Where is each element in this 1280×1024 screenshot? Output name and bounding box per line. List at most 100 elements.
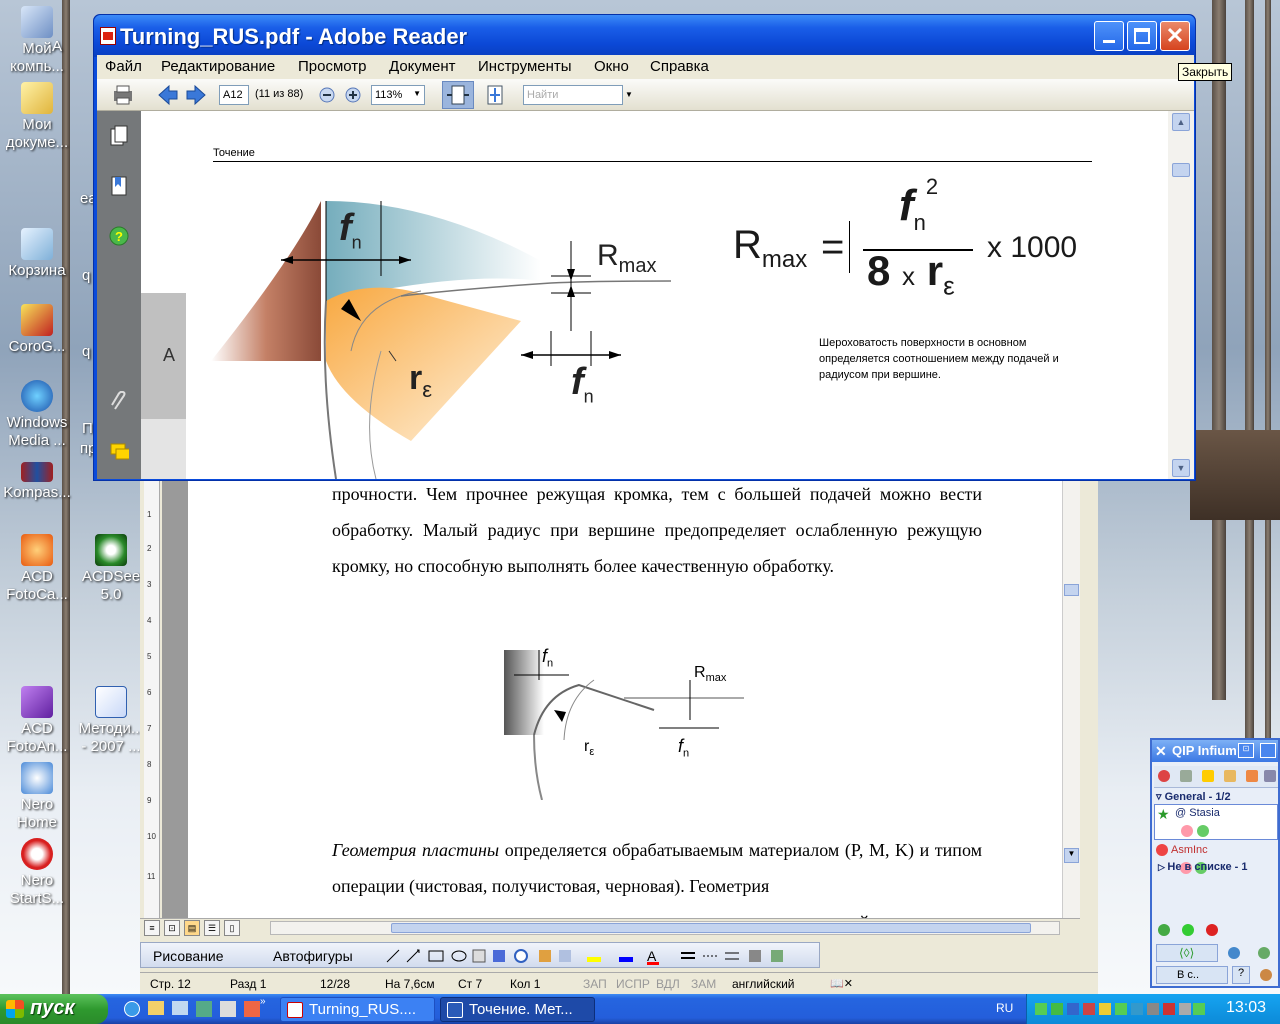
desktop-icon-kompas[interactable]: Kompas... [0,462,74,502]
scroll-down-button[interactable]: ▼ [1172,459,1190,477]
close-button[interactable]: ✕ [1160,21,1190,51]
menu-document[interactable]: Документ [389,58,456,75]
explorer-icon[interactable] [148,1001,164,1015]
zoom-out-icon[interactable] [319,87,335,111]
drawing-menu[interactable]: Рисование [153,948,224,964]
qip-pin-icon[interactable]: ⊡ [1238,743,1254,758]
fit-width-button[interactable] [442,81,474,109]
outline-view-button[interactable]: ☰ [204,920,220,936]
tray-icons[interactable] [1035,1001,1205,1017]
normal-view-button[interactable]: ≡ [144,920,160,936]
status-rec[interactable]: ЗАП [583,977,607,991]
word-vertical-scrollbar[interactable]: ▼ [1062,480,1080,920]
word-scroll-down[interactable]: ▼ [1064,848,1079,863]
qip-contacts-icon[interactable] [1158,924,1170,936]
minimize-button[interactable] [1094,21,1124,51]
formula-numerator: fn2 [899,174,939,235]
qip-menu-icon[interactable] [1260,969,1272,981]
taskbar-item-reader[interactable]: Turning_RUS.... [280,997,435,1022]
help-icon[interactable]: ? [109,225,129,247]
search-dropdown-icon[interactable]: ▼ [625,90,633,99]
pdf-document-area[interactable]: Точение A fn Rmax rε fn Rmax = fn2 8 x r… [141,111,1168,479]
page-number-input[interactable]: A12 [219,85,249,105]
qip-icq-icon[interactable] [1182,924,1194,936]
reading-view-button[interactable]: ▯ [224,920,240,936]
quicklaunch-icon[interactable] [220,1001,236,1017]
attachment-icon[interactable] [109,391,129,413]
qip-search-icon[interactable] [1228,947,1240,959]
status-ext[interactable]: ВДЛ [656,977,680,991]
desktop-icon-acd-fotocanvas[interactable]: ACD FotoCa... [0,534,74,604]
word-horizontal-scrollbar[interactable] [270,921,1060,935]
qip-group-general[interactable]: ▿ General - 1/2 [1156,790,1231,803]
menu-help[interactable]: Справка [650,58,709,75]
zoom-in-icon[interactable] [345,87,361,111]
start-button[interactable]: пуск [0,994,108,1024]
menu-tools[interactable]: Инструменты [478,58,572,75]
drawing-tools[interactable]: A [381,947,811,965]
qip-sound-icon[interactable] [1202,770,1214,782]
scroll-up-button[interactable]: ▲ [1172,113,1190,131]
next-page-icon[interactable] [185,83,209,107]
desktop-icon-acdsee[interactable]: ACDSee 5.0 [74,534,148,604]
qip-network-icon[interactable] [1258,947,1270,959]
qip-clipboard-icon[interactable] [1180,770,1192,782]
pages-icon[interactable] [109,125,129,147]
clock[interactable]: 13:03 [1226,999,1266,1017]
word-scroll-thumb[interactable] [1064,584,1079,596]
search-input[interactable]: Найти [523,85,623,105]
qip-help-button[interactable]: ? [1232,966,1250,984]
qip-status-button[interactable]: В с.. [1156,966,1228,984]
qip-group-not-in-list[interactable]: ▷ Не в списке - 1 [1158,861,1248,873]
taskbar-item-word[interactable]: Точение. Мет... [440,997,595,1022]
word-hscroll-thumb[interactable] [391,923,1031,933]
fit-page-icon[interactable] [483,83,507,107]
qip-contact-stasia[interactable]: ★ @ Stasia [1154,804,1278,840]
show-desktop-icon[interactable] [172,1001,188,1015]
desktop-icon-wmp[interactable]: Windows Media ... [0,380,74,450]
desktop-icon-recycle-bin[interactable]: Корзина [0,228,74,280]
comments-icon[interactable] [109,441,129,463]
chevron-down-icon: ▼ [413,89,421,98]
desktop-icon-nero-startsmart[interactable]: Nero StartS... [0,838,74,908]
print-icon[interactable] [111,83,135,107]
print-view-button[interactable]: ▤ [184,920,200,936]
scroll-thumb[interactable] [1172,163,1190,177]
pdf-icon [287,1002,303,1018]
status-trk[interactable]: ИСПР [616,977,650,991]
word-page[interactable]: прочности. Чем прочнее режущая кромка, т… [188,470,1068,920]
menu-window[interactable]: Окно [594,58,629,75]
desktop-icon-metodichka[interactable]: Методи... - 2007 ... [74,686,148,756]
menu-view[interactable]: Просмотр [298,58,367,75]
web-view-button[interactable]: ⊡ [164,920,180,936]
spelling-icon[interactable]: 📖✕ [830,977,853,990]
qip-close-icon[interactable]: ✕ [1155,743,1167,760]
chevron-icon[interactable]: » [260,996,266,1007]
desktop-icon-corog[interactable]: CoroG... [0,304,74,356]
qip-contact-asminc[interactable]: AsmInc [1156,844,1208,857]
maximize-button[interactable] [1127,21,1157,51]
qip-minimize-button[interactable] [1260,743,1276,758]
language-indicator[interactable]: RU [996,1001,1013,1015]
autoshapes-menu[interactable]: Автофигуры [273,948,353,964]
eye-icon [95,534,127,566]
previous-page-icon[interactable] [155,83,179,107]
zoom-select[interactable]: 113% ▼ [371,85,425,105]
ie-icon[interactable] [124,1001,140,1017]
qip-history-icon[interactable] [1224,770,1236,782]
desktop-icon-nero-home[interactable]: Nero Home [0,762,74,832]
quicklaunch-icon[interactable] [196,1001,212,1017]
quicklaunch-icon[interactable] [244,1001,260,1017]
qip-status-icon[interactable] [1158,770,1170,782]
qip-settings-icon[interactable] [1264,770,1276,782]
status-ovr[interactable]: ЗАМ [691,977,716,991]
qip-stop-icon[interactable] [1206,924,1218,936]
qip-calendar-icon[interactable] [1246,770,1258,782]
menu-edit[interactable]: Редактирование [161,58,275,75]
reader-vertical-scrollbar[interactable]: ▲ ▼ [1168,111,1194,479]
desktop-icon-acd-fotoangelo[interactable]: ACD FotoAn... [0,686,74,756]
menu-file[interactable]: Файл [105,58,142,75]
qip-nav-button[interactable]: ⟨◊⟩ [1156,944,1218,962]
desktop-icon-my-documents[interactable]: Мои докуме... [0,82,74,152]
bookmarks-icon[interactable] [109,175,129,197]
